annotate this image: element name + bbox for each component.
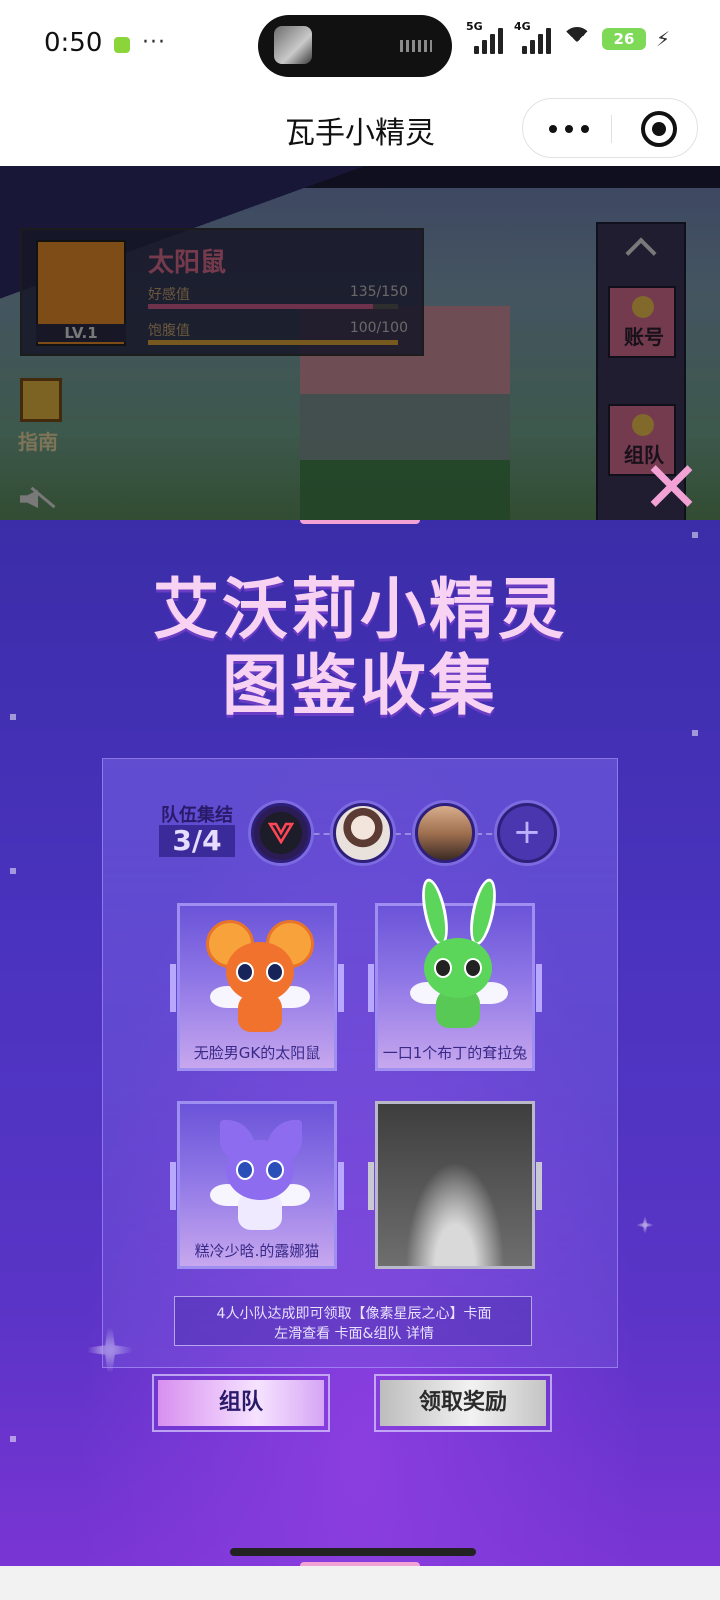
wifi-icon (562, 27, 592, 51)
status-indicators: 5G 4G 26 ⚡ (466, 20, 670, 54)
audio-wave-icon (400, 40, 432, 52)
claim-reward-button[interactable]: 领取奖励 (374, 1374, 552, 1432)
signal-5g-label: 5G (465, 20, 483, 33)
capsule-divider (611, 115, 612, 143)
edge-decoration (10, 1436, 16, 1442)
add-member-button[interactable]: + (497, 803, 557, 863)
popup-top-handle (300, 520, 420, 524)
collection-slot[interactable]: 糕冷少晗.的露娜猫 (170, 1101, 344, 1269)
mini-program-capsule (522, 98, 698, 158)
more-notifications-icon: ··· (142, 30, 166, 55)
popup-bottom-handle (300, 1562, 420, 1566)
popup-title-line1: 艾沃莉小精灵 (153, 571, 567, 648)
edge-decoration (10, 868, 16, 874)
nav-bar: 瓦手小精灵 (0, 90, 720, 166)
app-notification-icon (114, 37, 130, 53)
status-time: 0:50 (44, 28, 103, 58)
team-up-button[interactable]: 组队 (152, 1374, 330, 1432)
signal-4g-icon: 4G (514, 20, 552, 54)
team-count: 3/4 (159, 825, 235, 857)
close-popup-icon[interactable] (650, 464, 694, 508)
luna-cat-sprite (180, 1104, 340, 1234)
collection-popup: 艾沃莉小精灵 图鉴收集 队伍集结 3/4 + 无脸男GK的太阳鼠 一口1个布丁的… (0, 520, 720, 1566)
tip-line1: 4人小队达成即可领取【像素星辰之心】卡面 (216, 1306, 492, 1322)
dynamic-island[interactable] (258, 15, 452, 77)
status-bar: 0:50 ··· 5G 4G 26 ⚡ (0, 0, 720, 90)
home-indicator[interactable] (230, 1548, 476, 1556)
popup-title: 艾沃莉小精灵 图鉴收集 (0, 572, 720, 724)
modal-overlay[interactable] (0, 166, 720, 526)
collection-panel: 队伍集结 3/4 + 无脸男GK的太阳鼠 一口1个布丁的耷拉兔 糕冷少晗.的露娜… (102, 758, 618, 1368)
valorant-logo-icon (268, 822, 294, 844)
droopy-rabbit-sprite (378, 876, 538, 1036)
media-thumbnail (274, 26, 312, 64)
collection-slot[interactable]: 一口1个布丁的耷拉兔 (368, 876, 542, 1071)
tip-box: 4人小队达成即可领取【像素星辰之心】卡面 左滑查看 卡面&组队 详情 (174, 1296, 532, 1346)
more-menu-icon[interactable] (549, 123, 589, 135)
edge-decoration (692, 532, 698, 538)
slot-name: 一口1个布丁的耷拉兔 (382, 1044, 528, 1062)
collection-slot[interactable]: 无脸男GK的太阳鼠 (170, 903, 344, 1071)
popup-title-line2: 图鉴收集 (222, 647, 498, 724)
sun-mouse-sprite (180, 906, 340, 1036)
collection-slot-empty[interactable] (368, 1101, 542, 1269)
battery-icon: 26 (601, 28, 646, 50)
slot-name: 糕冷少晗.的露娜猫 (194, 1242, 320, 1260)
signal-4g-label: 4G (513, 20, 531, 33)
tip-line2: 左滑查看 卡面&组队 详情 (274, 1326, 434, 1342)
close-mini-program-icon[interactable] (641, 111, 677, 147)
team-up-label: 组队 (158, 1380, 324, 1426)
team-member-avatar[interactable] (333, 803, 393, 863)
team-member-avatar[interactable] (415, 803, 475, 863)
signal-5g-icon: 5G (466, 20, 504, 54)
slot-name: 无脸男GK的太阳鼠 (193, 1044, 321, 1062)
sparkle-decoration (630, 1210, 660, 1240)
charging-icon: ⚡ (655, 27, 670, 51)
edge-decoration (692, 730, 698, 736)
team-member-avatar[interactable] (251, 803, 311, 863)
claim-reward-label: 领取奖励 (380, 1380, 546, 1426)
